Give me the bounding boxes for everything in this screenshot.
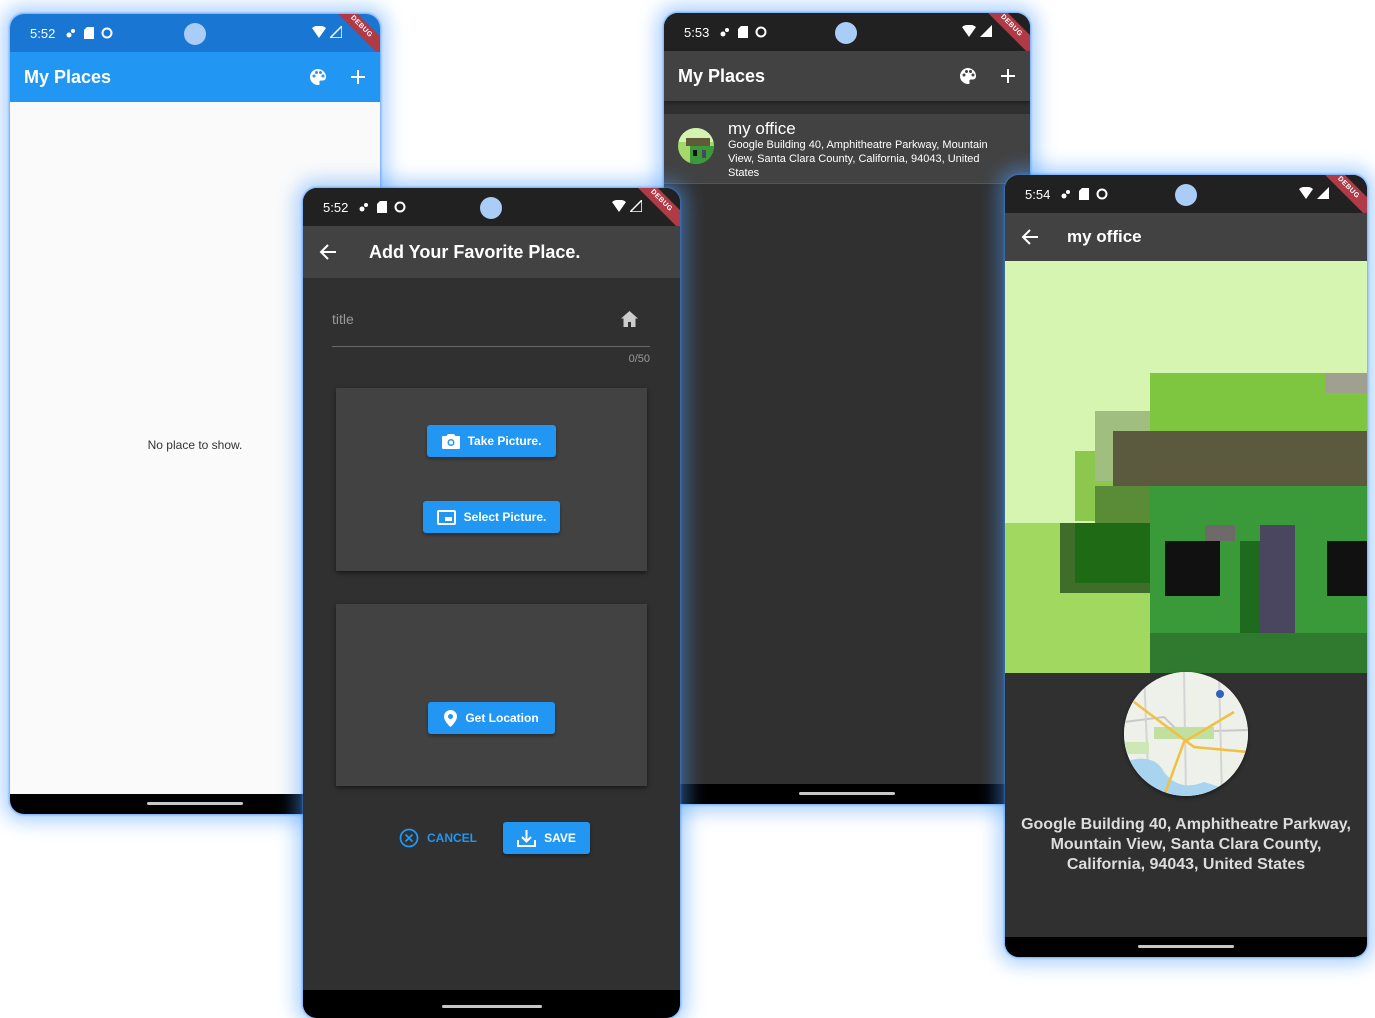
page-title: my office (1067, 227, 1142, 246)
map-thumbnail[interactable] (1124, 672, 1248, 796)
status-bar: 5:52 DEBUG (303, 188, 680, 238)
status-bar: 5:54 DEBUG (1005, 175, 1367, 225)
picture-card (336, 388, 647, 571)
system-icons (612, 200, 642, 212)
download-icon (517, 830, 537, 847)
notification-icon (66, 29, 76, 38)
home-indicator[interactable] (147, 802, 243, 805)
phone-list: 5:53 DEBUG My Places my office Google Bu… (664, 13, 1030, 804)
notification-icon (720, 28, 730, 37)
nav-bar (303, 990, 680, 1018)
home-indicator[interactable] (1138, 945, 1234, 948)
sd-card-icon (738, 26, 749, 38)
notification-icon (359, 203, 369, 212)
system-icons (962, 25, 992, 37)
status-bar: 5:52 DEBUG (10, 14, 380, 64)
arrow-back-icon[interactable] (319, 243, 337, 261)
cancel-circle-icon (399, 828, 419, 848)
save-button[interactable]: SAVE (503, 822, 590, 854)
page-title: Add Your Favorite Place. (369, 241, 581, 262)
save-label: SAVE (544, 831, 576, 845)
camera-cutout (480, 197, 502, 219)
system-icons (312, 26, 342, 38)
plus-icon[interactable] (1000, 68, 1016, 84)
signal-icon (1317, 187, 1329, 199)
nav-bar (1005, 937, 1367, 957)
place-address: Google Building 40, Amphitheatre Parkway… (1021, 816, 1351, 873)
select-picture-label: Select Picture. (463, 510, 547, 524)
take-picture-label: Take Picture. (467, 434, 542, 448)
sd-card-icon (1079, 188, 1090, 200)
location-card (336, 604, 647, 786)
camera-cutout (184, 23, 206, 45)
status-icons (358, 201, 406, 213)
sd-card-icon (377, 201, 388, 213)
title-field[interactable]: title (332, 304, 650, 347)
sync-icon (394, 201, 406, 213)
wifi-icon (312, 26, 326, 38)
status-icons (1060, 188, 1108, 200)
signal-icon (980, 25, 992, 37)
location-pin-icon (444, 709, 458, 727)
status-time: 5:53 (684, 24, 710, 40)
place-photo (1005, 261, 1367, 673)
title-placeholder: title (332, 311, 354, 327)
char-counter: 0/50 (628, 353, 650, 365)
app-bar: my office (1005, 213, 1367, 261)
camera-icon (441, 433, 460, 449)
home-icon (621, 311, 638, 327)
list-item-title: my office (728, 119, 796, 138)
status-icons (65, 27, 113, 39)
wifi-icon (1299, 187, 1313, 199)
take-picture-button[interactable]: Take Picture. (427, 425, 556, 457)
palette-icon[interactable] (308, 67, 328, 87)
notification-icon (1061, 190, 1071, 199)
sync-icon (101, 27, 113, 39)
status-time: 5:52 (30, 25, 56, 41)
camera-cutout (835, 22, 857, 44)
signal-icon (330, 26, 342, 38)
signal-icon (630, 200, 642, 212)
sd-card-icon (84, 27, 95, 39)
avatar (678, 128, 714, 164)
page-title: My Places (24, 66, 112, 87)
home-indicator[interactable] (441, 1005, 542, 1008)
phone-add-place: 5:52 DEBUG Add Your Favorite Place. titl… (303, 188, 680, 1018)
get-location-label: Get Location (465, 711, 539, 725)
cancel-label: CANCEL (427, 831, 477, 845)
app-bar: My Places (10, 52, 380, 102)
arrow-back-icon[interactable] (1021, 228, 1039, 246)
cancel-button[interactable]: CANCEL (399, 824, 477, 852)
home-indicator[interactable] (799, 792, 895, 795)
app-bar: My Places (664, 51, 1030, 101)
picture-icon (436, 509, 456, 525)
wifi-icon (612, 200, 626, 212)
status-bar: 5:53 DEBUG (664, 13, 1030, 63)
plus-icon[interactable] (350, 69, 366, 85)
phone-detail: 5:54 DEBUG my office Google Building 40,… (1005, 175, 1367, 957)
camera-cutout (1175, 184, 1197, 206)
status-time: 5:52 (323, 199, 349, 215)
list-item-subtitle: Google Building 40, Amphitheatre Parkway… (728, 139, 988, 179)
system-icons (1299, 187, 1329, 199)
status-icons (719, 26, 767, 38)
page-title: My Places (678, 65, 766, 86)
sync-icon (1096, 188, 1108, 200)
list-item[interactable]: my office Google Building 40, Amphitheat… (664, 114, 1030, 184)
select-picture-button[interactable]: Select Picture. (423, 501, 560, 533)
sync-icon (755, 26, 767, 38)
wifi-icon (962, 25, 976, 37)
nav-bar (664, 784, 1030, 804)
status-time: 5:54 (1025, 186, 1051, 202)
get-location-button[interactable]: Get Location (428, 702, 555, 734)
palette-icon[interactable] (958, 66, 978, 86)
app-bar: Add Your Favorite Place. (303, 226, 680, 278)
